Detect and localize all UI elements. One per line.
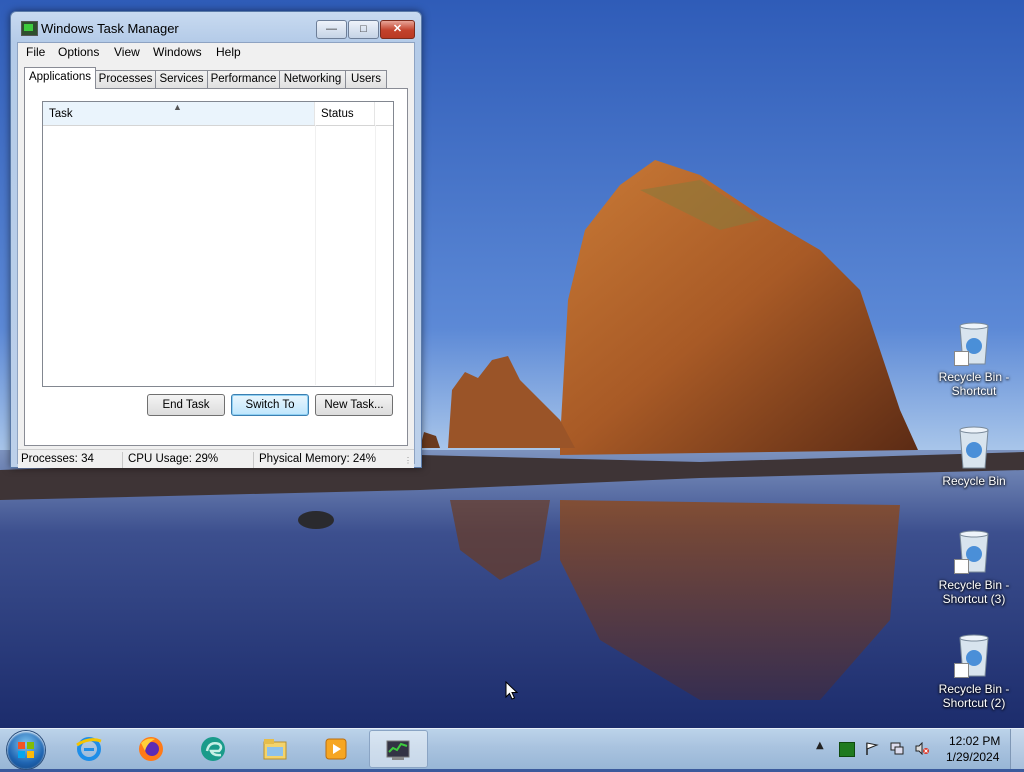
status-bar: Processes: 34 CPU Usage: 29% Physical Me… — [18, 449, 414, 468]
status-physical-memory: Physical Memory: 24% — [259, 453, 376, 465]
notification-area: ▲ 12:02 PM 1/29/2024 — [812, 729, 1024, 769]
taskbar-task-manager[interactable] — [369, 730, 428, 768]
column-header-task[interactable]: ▲ Task — [43, 102, 315, 125]
status-cpu-usage: CPU Usage: 29% — [128, 453, 219, 465]
shortcut-arrow-icon — [954, 663, 969, 678]
new-task-button[interactable]: New Task... — [315, 394, 393, 416]
menu-options[interactable]: Options — [58, 45, 99, 59]
volume-muted-icon[interactable] — [915, 742, 929, 755]
clock-date: 1/29/2024 — [946, 750, 1000, 764]
menu-view[interactable]: View — [114, 45, 140, 59]
desktop-icon-label: Recycle Bin - — [938, 370, 1010, 384]
applications-panel: ▲ Task Status End Task Switch To New Tas… — [24, 88, 408, 446]
desktop-icon-label: Recycle Bin — [942, 474, 1006, 488]
menu-file[interactable]: File — [26, 45, 45, 59]
desktop-icon-label: Recycle Bin - — [938, 682, 1010, 696]
task-manager-icon — [386, 740, 410, 760]
switch-to-button[interactable]: Switch To — [231, 394, 309, 416]
start-button[interactable] — [7, 731, 45, 769]
show-desktop-button[interactable] — [1010, 729, 1024, 769]
task-manager-cpu-icon[interactable] — [839, 742, 855, 757]
menu-windows[interactable]: Windows — [153, 45, 202, 59]
window-title: Windows Task Manager — [41, 21, 179, 36]
desktop-icon-label-line2: Shortcut (2) — [942, 696, 1006, 710]
close-button[interactable]: ✕ — [380, 20, 415, 39]
column-header-status-label: Status — [321, 108, 354, 120]
list-header: ▲ Task Status — [43, 102, 393, 126]
column-divider — [375, 125, 376, 385]
minimize-button[interactable]: — — [316, 20, 347, 39]
window-client-area: File Options View Windows Help Applicati… — [17, 42, 415, 468]
firefox-icon — [139, 737, 163, 761]
menu-bar: File Options View Windows Help — [18, 43, 414, 61]
sort-ascending-icon: ▲ — [173, 102, 182, 112]
desktop-icon-recycle-bin-shortcut-2[interactable]: Recycle Bin - Shortcut (2) — [932, 632, 1016, 710]
column-header-task-label: Task — [49, 108, 73, 120]
recycle-bin-icon — [954, 632, 994, 680]
media-player-icon — [325, 738, 347, 760]
desktop-icon-label-line2: Shortcut (3) — [942, 592, 1006, 606]
desktop-icon-recycle-bin-shortcut-3[interactable]: Recycle Bin - Shortcut (3) — [932, 528, 1016, 606]
recycle-bin-icon — [954, 424, 994, 472]
status-separator — [253, 452, 254, 468]
tab-applications[interactable]: Applications — [24, 67, 96, 89]
taskbar: ▲ 12:02 PM 1/29/2024 — [0, 728, 1024, 769]
shortcut-arrow-icon — [954, 559, 969, 574]
desktop-icon-label: Recycle Bin - — [938, 578, 1010, 592]
tab-users[interactable]: Users — [345, 70, 387, 88]
tab-networking[interactable]: Networking — [279, 70, 346, 88]
mouse-cursor-icon — [505, 681, 518, 700]
column-divider — [315, 125, 316, 385]
menu-help[interactable]: Help — [216, 45, 241, 59]
recycle-bin-icon — [954, 528, 994, 576]
recycle-bin-icon — [954, 320, 994, 368]
column-header-filler — [375, 102, 393, 125]
windows-logo-icon — [18, 742, 34, 758]
taskbar-media-player[interactable] — [308, 730, 364, 768]
task-manager-window[interactable]: Windows Task Manager — □ ✕ File Options … — [10, 11, 422, 468]
edge-icon — [201, 737, 225, 761]
task-list[interactable]: ▲ Task Status — [42, 101, 394, 387]
taskbar-edge[interactable] — [185, 730, 241, 768]
status-separator — [122, 452, 123, 468]
action-center-flag-icon[interactable] — [865, 742, 879, 755]
task-manager-icon — [21, 21, 38, 36]
internet-explorer-icon — [76, 737, 102, 761]
taskbar-internet-explorer[interactable] — [61, 730, 117, 768]
network-icon[interactable] — [890, 742, 904, 755]
clock-time: 12:02 PM — [949, 734, 1001, 748]
column-header-status[interactable]: Status — [315, 102, 375, 125]
taskbar-firefox[interactable] — [123, 730, 179, 768]
tab-services[interactable]: Services — [155, 70, 208, 88]
title-bar[interactable]: Windows Task Manager — □ ✕ — [11, 12, 421, 42]
desktop-icon-recycle-bin[interactable]: Recycle Bin — [932, 424, 1016, 488]
show-hidden-icons-icon[interactable]: ▲ — [816, 740, 830, 753]
end-task-button[interactable]: End Task — [147, 394, 225, 416]
file-explorer-icon — [263, 739, 287, 760]
taskbar-file-explorer[interactable] — [247, 730, 303, 768]
tab-processes[interactable]: Processes — [95, 70, 156, 88]
desktop-icon-recycle-bin-shortcut[interactable]: Recycle Bin - Shortcut — [932, 320, 1016, 398]
maximize-button[interactable]: □ — [348, 20, 379, 39]
tab-performance[interactable]: Performance — [207, 70, 280, 88]
resize-grip-icon[interactable]: ⋮ — [404, 456, 412, 465]
shortcut-arrow-icon — [954, 351, 969, 366]
status-processes: Processes: 34 — [21, 453, 94, 465]
desktop-icon-label-line2: Shortcut — [951, 384, 997, 398]
